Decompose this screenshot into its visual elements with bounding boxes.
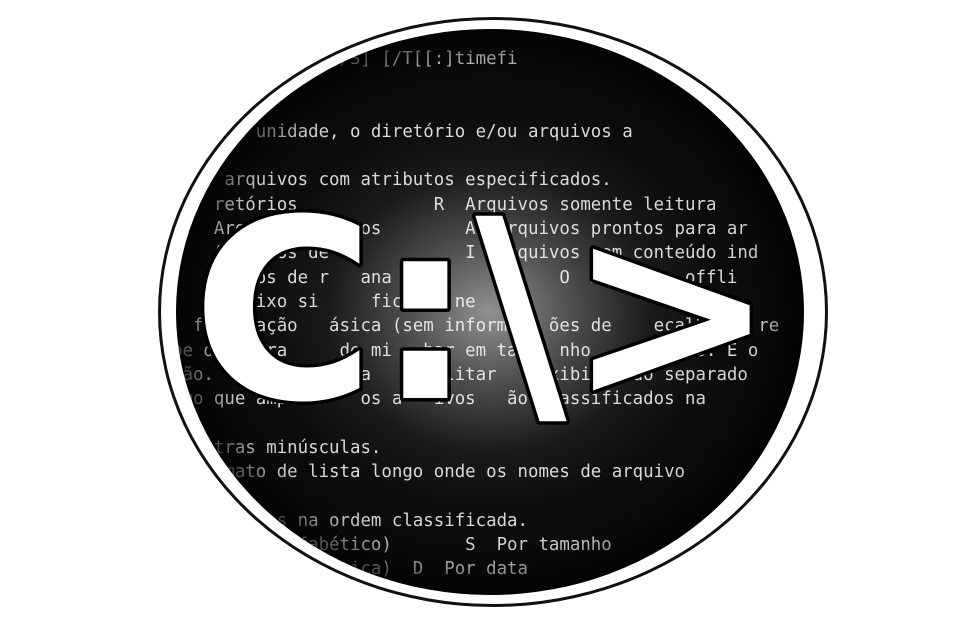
terminal-line: tras minúsculas. (176, 437, 382, 458)
terminal-line: Pontos de r ana e O Arquivos offli (176, 267, 738, 288)
terminal-oval: ] [/S] [/T[[:]timefi a unidade, o diretó… (176, 29, 804, 595)
command-prompt-illustration: ] [/S] [/T[[:]timefi a unidade, o diretó… (0, 0, 968, 630)
terminal-line: Arquivos de I Arquivos sem conteúdo ind (176, 243, 759, 264)
terminal-line: Prefixo si ficando ne ão (176, 291, 528, 312)
terminal-line: ] [/S] [/T[[:]timefi (176, 49, 518, 69)
terminal-line: Arquivos ocultos A Arquivos prontos para… (176, 219, 748, 240)
terminal-line: a unidade, o diretório e/ou arquivos a (176, 121, 633, 142)
terminal-line: (alfabética) D Por data (176, 559, 528, 580)
terminal-line: rquivos na ordem classificada. (176, 510, 528, 531)
terminal-line: be o separa de mi har em ta nho arquivos… (176, 340, 759, 361)
terminal-line: formatação ásica (sem informa ões de eça… (176, 316, 780, 337)
terminal-line: (alfabético) S Por tamanho (176, 534, 612, 555)
terminal-line: retórios R Arquivos somente leitura (176, 194, 717, 215)
terminal-output: ] [/S] [/T[[:]timefi a unidade, o diretó… (176, 47, 779, 595)
terminal-line: rão. Use /- ara sabilitar exibição do se… (176, 364, 748, 385)
terminal-line: smo que ampl os a ivos ão classificados … (176, 389, 706, 410)
terminal-line: arquivos com atributos especificados. (176, 170, 612, 191)
terminal-line: rmato de lista longo onde os nomes de ar… (176, 462, 686, 483)
